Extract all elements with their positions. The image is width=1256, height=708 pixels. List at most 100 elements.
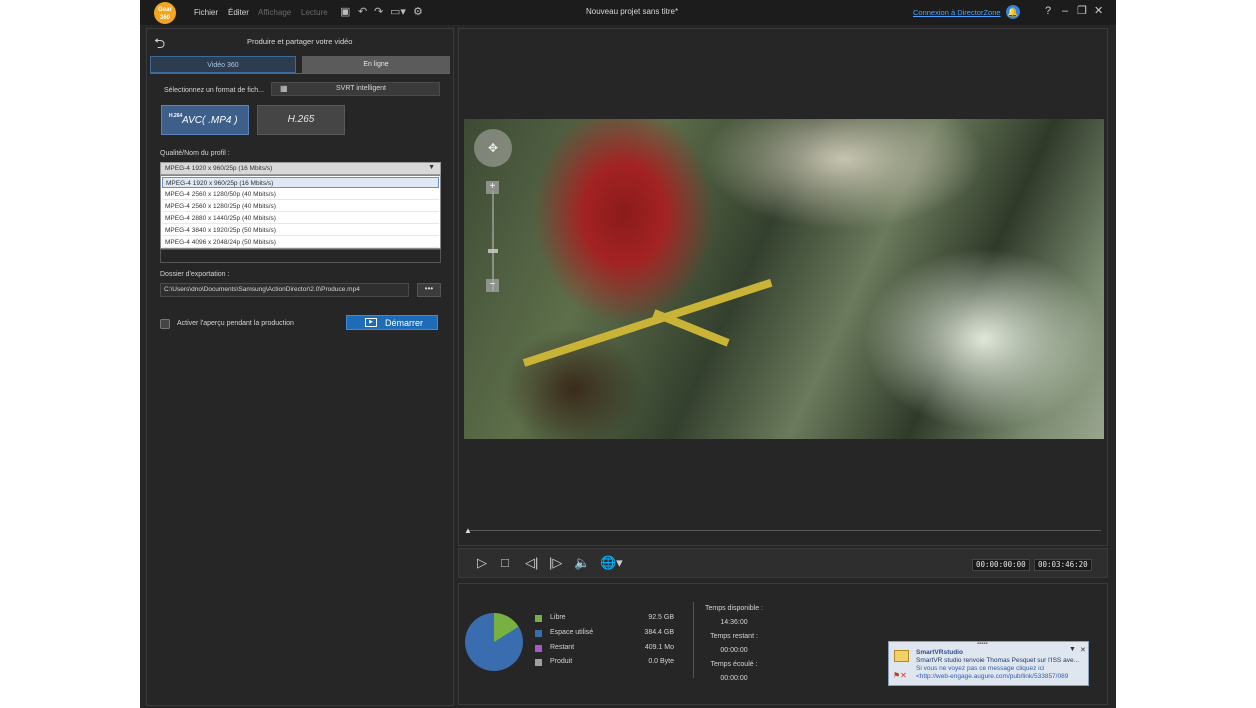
envelope-icon [894,650,909,662]
preview-checkbox-label: Activer l'aperçu pendant la production [177,320,294,327]
play-icon[interactable]: ▷ [477,556,487,570]
preview-panel: ✥ + − ▲ [458,28,1108,546]
quality-option[interactable]: MPEG-4 2560 x 1280/25p (40 Mbits/s) [162,201,439,212]
time-elapsed-label: Temps écoulé : [710,661,758,668]
start-button[interactable]: ▶ Démarrer [346,315,438,330]
zoom-out-icon[interactable]: − [486,279,499,292]
notification-message: SmartVR studio renvoie Thomas Pesquet su… [916,657,1079,664]
next-frame-icon[interactable]: |▷ [549,556,562,570]
legend-label: Libre [550,614,566,621]
restore-button[interactable]: ❐ [1077,5,1087,17]
timeline-scrubber[interactable] [467,530,1101,531]
playback-controls: ▷ □ ◁| |▷ 🔈 🌐▾ 00:00:00:00 00:03:46:20 [458,548,1108,578]
legend-value: 92.5 GB [648,614,674,621]
save-icon[interactable]: ▣ [340,6,350,18]
video-frame-detail [652,309,730,347]
notification-link-text[interactable]: Si vous ne voyez pas ce message cliquez … [916,665,1044,672]
legend-swatch-remaining [535,645,542,652]
disk-usage-pie [465,613,523,671]
undo-icon[interactable]: ↶ [358,6,367,18]
quality-option[interactable]: MPEG-4 1920 x 960/25p (16 Mbits/s) [162,177,439,188]
legend-label: Restant [550,644,575,651]
menu-lecture: Lecture [301,8,328,17]
volume-icon[interactable]: 🔈 [574,556,590,570]
close-button[interactable]: ✕ [1094,5,1103,17]
quality-dropdown-list: MPEG-4 1920 x 960/25p (16 Mbits/s) MPEG-… [160,175,441,249]
preview-checkbox[interactable] [160,319,170,329]
codec-h265-button[interactable]: H.265 [257,105,345,135]
window-title: Nouveau projet sans titre* [586,7,679,16]
menu-editer[interactable]: Éditer [228,8,249,17]
start-label: Démarrer [385,318,424,328]
vr-navigation-icon[interactable]: ✥ [474,129,512,167]
view-mode-globe-icon[interactable]: 🌐▾ [600,556,623,570]
quality-option[interactable]: MPEG-4 2560 x 1280/50p (40 Mbits/s) [162,189,439,200]
help-button[interactable]: ? [1045,5,1051,17]
video-frame-detail [522,278,773,367]
time-available-label: Temps disponible : [705,605,763,612]
svrt-icon: ▦ [280,84,288,93]
legend-value: 384.4 GB [644,629,674,636]
legend-label: Produit [550,658,573,665]
produce-icon: ▶ [365,318,377,327]
video-preview[interactable]: ✥ + − [464,119,1104,439]
title-bar: Gear 360 Fichier Éditer Affichage Lectur… [140,0,1116,25]
app-logo: Gear 360 [154,2,176,24]
notification-menu-icon[interactable]: ▼ [1069,646,1076,653]
menu-fichier[interactable]: Fichier [194,8,218,17]
svrt-label: SVRT intelligent [336,85,386,92]
legend-swatch-produced [535,659,542,666]
previous-frame-icon[interactable]: ◁| [525,556,538,570]
layout-icon[interactable]: ▭▾ [390,6,406,18]
app-window: Gear 360 Fichier Éditer Affichage Lectur… [140,0,1116,708]
quality-option[interactable]: MPEG-4 2880 x 1440/25p (40 Mbits/s) [162,213,439,224]
export-path-field[interactable]: C:\Users\dno\Documents\Samsung\ActionDir… [160,283,409,297]
format-label: Sélectionnez un format de fich... [164,87,264,94]
legend-value: 409.1 Mo [644,644,674,651]
browse-button[interactable]: ••• [417,283,441,297]
quality-selected-value: MPEG-4 1920 x 960/25p (16 Mbits/s) [165,165,273,172]
settings-gear-icon[interactable]: ⚙ [413,6,423,18]
notification-bell-icon[interactable]: 🔔 [1006,5,1020,19]
playhead-icon[interactable]: ▲ [464,526,472,535]
divider [693,602,694,678]
flag-icon[interactable]: ⚑✕ [893,671,907,680]
codec-label: AVC( .MP4 ) [182,115,238,126]
current-time: 00:00:00:00 [972,559,1030,571]
zoom-in-icon[interactable]: + [486,181,499,194]
codec-superscript: H.264 [169,113,183,119]
panel-title: Produire et partager votre vidéo [247,37,353,46]
svrt-button[interactable]: ▦ SVRT intelligent [271,82,440,96]
legend-swatch-used [535,630,542,637]
codec-label: H.265 [287,114,315,125]
grip-icon[interactable]: ▪▪▪▪▪ [977,642,988,647]
notification-close-icon[interactable]: ✕ [1080,646,1086,654]
export-folder-label: Dossier d'exportation : [160,271,230,278]
profile-details-box [160,249,441,263]
tab-en-ligne[interactable]: En ligne [302,56,450,73]
notification-title: SmartVRstudio [916,649,963,656]
redo-icon[interactable]: ↷ [374,6,383,18]
time-remaining-label: Temps restant : [710,633,758,640]
notification-popup[interactable]: ▪▪▪▪▪ ⚑✕ SmartVRstudio SmartVR studio re… [888,641,1089,686]
time-available-value: 14:36:00 [720,619,748,626]
quality-option[interactable]: MPEG-4 4096 x 2048/24p (50 Mbits/s) [162,237,439,248]
time-remaining-value: 00:00:00 [720,647,748,654]
tab-underline [150,73,450,74]
back-arrow-icon[interactable]: ⮌ [154,33,165,57]
total-time: 00:03:46:20 [1034,559,1092,571]
produce-panel: ⮌ Produire et partager votre vidéo Vidéo… [146,28,454,706]
dropdown-arrow-icon: ▼ [428,164,435,171]
quality-option[interactable]: MPEG-4 3840 x 1920/25p (50 Mbits/s) [162,225,439,236]
minimize-button[interactable]: – [1062,5,1068,17]
directorzone-login-link[interactable]: Connexion à DirectorZone [913,8,1001,17]
notification-link-url[interactable]: <http://web-engage.augure.com/pub/link/5… [916,673,1068,680]
stop-icon[interactable]: □ [501,556,509,570]
tab-video-360[interactable]: Vidéo 360 [150,56,296,73]
legend-label: Espace utilisé [550,629,594,636]
quality-select[interactable]: MPEG-4 1920 x 960/25p (16 Mbits/s) ▼ [160,162,441,175]
zoom-slider-track[interactable] [492,191,494,291]
quality-label: Qualité/Nom du profil : [160,150,230,157]
codec-avc-button[interactable]: H.264 AVC( .MP4 ) [161,105,249,135]
zoom-slider-handle[interactable] [488,249,498,253]
